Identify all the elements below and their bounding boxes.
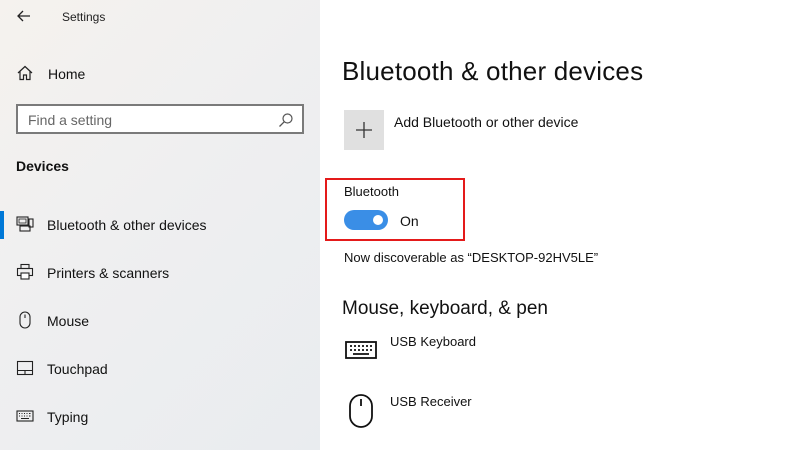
nav-home[interactable]: Home: [0, 56, 320, 90]
app-title: Settings: [62, 10, 106, 24]
sidebar-item-label: Touchpad: [47, 361, 108, 377]
plus-icon: [356, 122, 372, 138]
sidebar-item-mouse[interactable]: Mouse: [0, 301, 320, 341]
back-button[interactable]: [10, 4, 38, 28]
device-name: USB Receiver: [390, 394, 472, 409]
section-heading: Devices: [16, 158, 69, 174]
page-title: Bluetooth & other devices: [342, 56, 644, 86]
sidebar-item-label: Bluetooth & other devices: [47, 217, 207, 233]
home-icon: [17, 65, 33, 81]
title-bar: Settings: [0, 0, 320, 34]
sidebar-item-printers[interactable]: Printers & scanners: [0, 253, 320, 293]
discoverable-text: Now discoverable as “DESKTOP-92HV5LE”: [344, 250, 599, 265]
nav-home-label: Home: [48, 66, 86, 82]
sidebar-item-label: Typing: [47, 409, 89, 425]
main-content: Bluetooth & other devices Add Bluetooth …: [320, 0, 800, 450]
sidebar-item-touchpad[interactable]: Touchpad: [0, 349, 320, 389]
bluetooth-devices-icon: [16, 216, 34, 232]
sidebar-item-label: Printers & scanners: [47, 265, 170, 281]
add-device-label[interactable]: Add Bluetooth or other device: [394, 114, 578, 130]
add-device-button[interactable]: [344, 110, 384, 150]
section-title: Mouse, keyboard, & pen: [342, 298, 548, 319]
printer-icon: [16, 263, 34, 280]
mouse-icon: [19, 311, 31, 329]
toggle-state-label: On: [400, 213, 419, 229]
touchpad-icon: [16, 360, 34, 376]
sidebar-item-bluetooth[interactable]: Bluetooth & other devices: [0, 205, 320, 245]
bluetooth-label: Bluetooth: [344, 184, 399, 199]
back-arrow-icon: [17, 10, 30, 22]
device-item[interactable]: USB Keyboard: [344, 334, 784, 374]
selection-indicator: [0, 211, 4, 239]
keyboard-icon: [16, 410, 34, 422]
search-icon[interactable]: [278, 112, 294, 128]
bluetooth-toggle[interactable]: [344, 210, 388, 230]
search-input[interactable]: Find a setting: [16, 104, 304, 134]
sidebar-item-typing[interactable]: Typing: [0, 397, 320, 437]
sidebar-item-label: Mouse: [47, 313, 90, 329]
search-placeholder: Find a setting: [28, 112, 113, 128]
keyboard-icon: [345, 341, 377, 359]
device-item[interactable]: USB Receiver: [344, 394, 784, 434]
device-name: USB Keyboard: [390, 334, 476, 349]
mouse-icon: [349, 394, 373, 428]
toggle-knob: [373, 215, 383, 225]
sidebar: Settings Home Find a setting Devices Blu…: [0, 0, 320, 450]
